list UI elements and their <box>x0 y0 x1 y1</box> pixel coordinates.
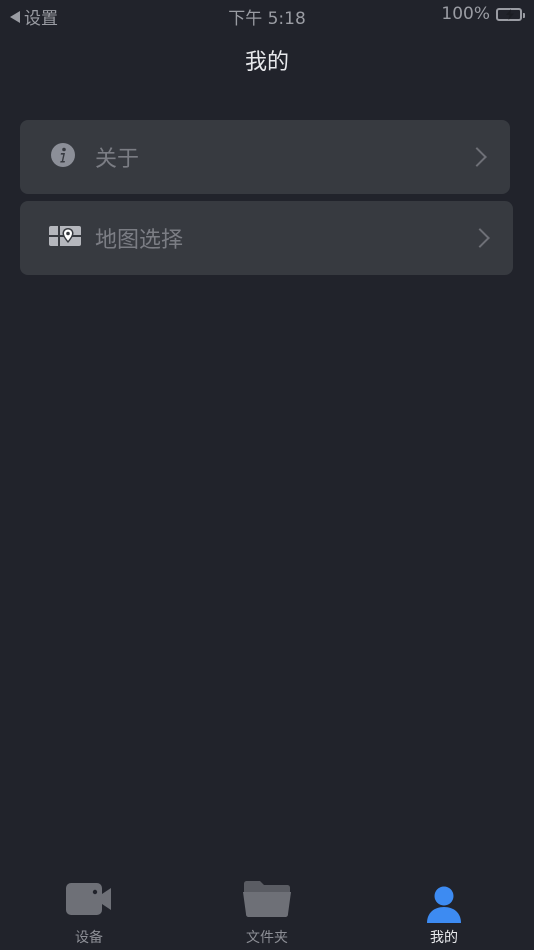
video-camera-icon <box>65 882 113 920</box>
tab-devices[interactable]: 设备 <box>29 876 149 950</box>
tab-label: 我的 <box>430 930 458 946</box>
folder-icon <box>242 878 292 922</box>
battery-icon <box>496 7 525 21</box>
menu-item-about[interactable]: 关于 <box>20 120 510 194</box>
screen: 设置 下午 5:18 100% 我的 关于 地图选择 设备 文件夹 我的 <box>0 0 534 950</box>
battery-percent: 100% <box>441 4 490 24</box>
tab-label: 设备 <box>75 930 103 946</box>
tab-mine[interactable]: 我的 <box>384 876 504 950</box>
chevron-right-icon <box>470 228 490 248</box>
charging-bolt-icon <box>506 8 514 20</box>
status-bar: 设置 下午 5:18 100% <box>0 0 534 30</box>
menu-item-label: 关于 <box>95 147 140 172</box>
status-right: 100% <box>441 4 525 24</box>
map-icon <box>49 224 81 252</box>
chevron-right-icon <box>467 147 487 167</box>
menu-item-label: 地图选择 <box>95 228 184 253</box>
info-icon <box>51 143 75 171</box>
menu-item-map-select[interactable]: 地图选择 <box>20 201 513 275</box>
tab-label: 文件夹 <box>246 930 288 946</box>
person-icon <box>426 886 462 928</box>
tab-folder[interactable]: 文件夹 <box>207 876 327 950</box>
tab-bar: 设备 文件夹 我的 <box>0 876 534 950</box>
page-title: 我的 <box>244 50 289 75</box>
